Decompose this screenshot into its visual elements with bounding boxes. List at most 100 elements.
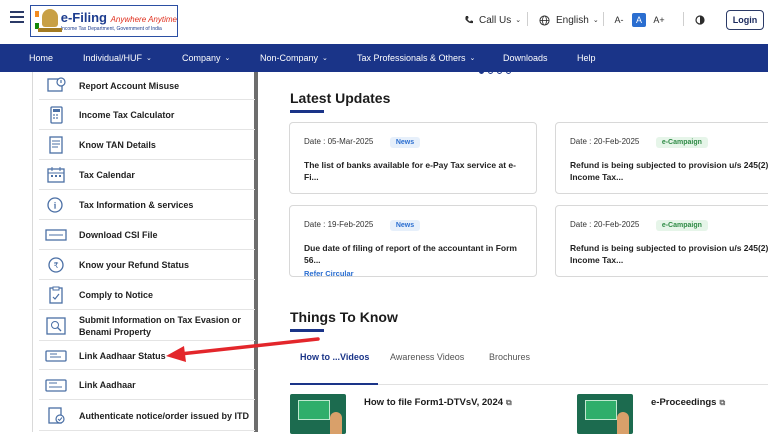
divider <box>527 12 528 26</box>
call-us-label: Call Us <box>479 14 512 26</box>
sidebar-item-comply-to-notice[interactable]: Comply to Notice <box>39 281 255 310</box>
nav-label: Downloads <box>503 53 548 63</box>
chevron-down-icon: ⌄ <box>146 55 152 62</box>
phone-icon <box>465 16 473 24</box>
nav-tax-professionals[interactable]: Tax Professionals & Others ⌄ <box>357 44 475 72</box>
update-card[interactable]: Date : 20-Feb-2025 e-Campaign Refund is … <box>555 122 768 194</box>
sidebar-item-download-csi-file[interactable]: Download CSI File <box>39 221 255 250</box>
sidebar-item-link-aadhaar-status[interactable]: Link Aadhaar Status <box>39 342 255 370</box>
hamburger-menu-icon[interactable] <box>10 11 24 23</box>
chevron-down-icon: ⌄ <box>322 55 328 62</box>
things-to-know-title: Things To Know <box>290 309 398 325</box>
logo-subtitle: Income Tax Department, Government of Ind… <box>60 25 162 32</box>
title-underline <box>290 329 324 332</box>
tab-brochures[interactable]: Brochures <box>489 352 530 362</box>
svg-text:i: i <box>54 201 57 211</box>
sidebar-item-know-refund-status[interactable]: ₹ Know your Refund Status <box>39 251 255 280</box>
chevron-down-icon: ⌄ <box>592 17 599 24</box>
update-card[interactable]: Date : 20-Feb-2025 e-Campaign Refund is … <box>555 205 768 277</box>
font-normal-button[interactable]: A <box>632 13 646 27</box>
sidebar-item-label: Submit Information on Tax Evasion or Ben… <box>79 314 241 337</box>
chevron-down-icon: ⌄ <box>469 55 476 62</box>
font-increase-button[interactable]: A+ <box>652 13 666 27</box>
sidebar-item-tax-calendar[interactable]: Tax Calendar <box>39 161 255 190</box>
sidebar-item-link-aadhaar[interactable]: Link Aadhaar <box>39 371 255 400</box>
chevron-down-icon: ⌄ <box>515 17 522 24</box>
external-link-icon: ⧉ <box>506 398 512 407</box>
nav-downloads[interactable]: Downloads <box>503 44 548 72</box>
top-bar: e-Filing Anywhere Anytime Income Tax Dep… <box>0 0 768 44</box>
sidebar-item-label: Link Aadhaar Status <box>79 350 166 361</box>
aadhaar-status-icon <box>45 347 67 365</box>
tan-details-icon <box>45 136 67 154</box>
carousel-dot[interactable] <box>497 69 502 74</box>
update-card[interactable]: Date : 05-Mar-2025 News The list of bank… <box>289 122 537 194</box>
tab-how-to-videos[interactable]: How to ...Videos <box>300 352 369 362</box>
logo-tagline: Anywhere Anytime <box>110 14 177 24</box>
tab-awareness-videos[interactable]: Awareness Videos <box>390 352 464 362</box>
news-badge: News <box>389 220 421 231</box>
nav-label: Individual/HUF <box>83 53 143 63</box>
video-title: e-Proceedings <box>651 397 717 408</box>
evasion-icon <box>45 316 67 335</box>
update-text: The list of banks available for e-Pay Ta… <box>304 160 516 182</box>
calendar-icon <box>45 166 67 184</box>
language-label: English <box>556 14 589 26</box>
sidebar-item-income-tax-calculator[interactable]: Income Tax Calculator <box>39 101 255 130</box>
language-dropdown[interactable]: English ⌄ <box>539 0 599 40</box>
campaign-badge: e-Campaign <box>655 220 708 231</box>
sidebar-item-know-tan-details[interactable]: Know TAN Details <box>39 131 255 160</box>
refund-icon: ₹ <box>45 256 67 274</box>
sidebar-item-label: Tax Information & services <box>79 200 194 210</box>
chevron-down-icon: ⌄ <box>224 55 231 62</box>
update-date: Date : 20-Feb-2025 <box>570 220 640 229</box>
carousel-dot[interactable] <box>488 69 493 74</box>
sidebar-item-label: Authenticate notice/order issued by ITD <box>79 410 250 421</box>
globe-icon <box>539 14 550 26</box>
nav-label: Tax Professionals & Others <box>357 53 466 63</box>
sidebar-item-label: Link Aadhaar <box>79 380 136 390</box>
video-thumbnail <box>577 394 633 434</box>
update-text: Due date of filing of report of the acco… <box>304 243 517 265</box>
news-badge: News <box>389 137 421 148</box>
divider <box>683 12 684 26</box>
nav-label: Non-Company <box>260 53 319 63</box>
nav-individual-huf[interactable]: Individual/HUF ⌄ <box>83 44 152 72</box>
login-button[interactable]: Login <box>726 10 764 30</box>
update-date: Date : 20-Feb-2025 <box>570 137 640 146</box>
notice-icon <box>45 286 67 304</box>
contrast-toggle[interactable] <box>695 0 705 40</box>
carousel-indicators <box>479 69 511 74</box>
video-item[interactable]: e-Proceedings ⧉ <box>577 394 725 434</box>
update-date: Date : 19-Feb-2025 <box>304 220 374 229</box>
quick-links-sidebar: Report Account Misuse Income Tax Calcula… <box>32 72 258 432</box>
nav-home[interactable]: Home <box>29 44 53 72</box>
nav-help[interactable]: Help <box>577 44 596 72</box>
update-date: Date : 05-Mar-2025 <box>304 137 374 146</box>
nav-label: Help <box>577 53 596 63</box>
sidebar-item-tax-information-services[interactable]: i Tax Information & services <box>39 191 255 220</box>
call-us-dropdown[interactable]: Call Us ⌄ <box>464 0 521 40</box>
carousel-dot[interactable] <box>479 69 484 74</box>
sidebar-item-label: Know your Refund Status <box>79 260 189 270</box>
nav-label: Company <box>182 53 221 63</box>
update-card[interactable]: Date : 19-Feb-2025 News Due date of fili… <box>289 205 537 278</box>
title-underline <box>290 110 324 113</box>
sidebar-item-label: Report Account Misuse <box>79 80 180 91</box>
font-decrease-button[interactable]: A- <box>612 13 626 27</box>
efiling-logo[interactable]: e-Filing Anywhere Anytime Income Tax Dep… <box>30 5 178 37</box>
video-item[interactable]: How to file Form1-DTVsV, 2024 ⧉ <box>290 394 512 434</box>
sidebar-item-label: Download CSI File <box>79 230 158 240</box>
nav-non-company[interactable]: Non-Company ⌄ <box>260 44 328 72</box>
refer-circular-link[interactable]: Refer Circular <box>304 269 522 278</box>
nav-company[interactable]: Company ⌄ <box>182 44 230 72</box>
video-title: How to file Form1-DTVsV, 2024 <box>364 397 504 408</box>
sidebar-item-authenticate-notice[interactable]: Authenticate notice/order issued by ITD <box>39 401 255 431</box>
info-icon: i <box>45 196 67 214</box>
aadhaar-icon <box>45 376 67 394</box>
sidebar-item-report-account-misuse[interactable]: Report Account Misuse <box>39 72 255 100</box>
video-thumbnail <box>290 394 346 434</box>
carousel-dot[interactable] <box>506 69 511 74</box>
main-navigation: Home Individual/HUF ⌄ Company ⌄ Non-Compan… <box>0 44 768 72</box>
sidebar-item-tax-evasion-benami[interactable]: Submit Information on Tax Evasion or Ben… <box>39 311 255 341</box>
